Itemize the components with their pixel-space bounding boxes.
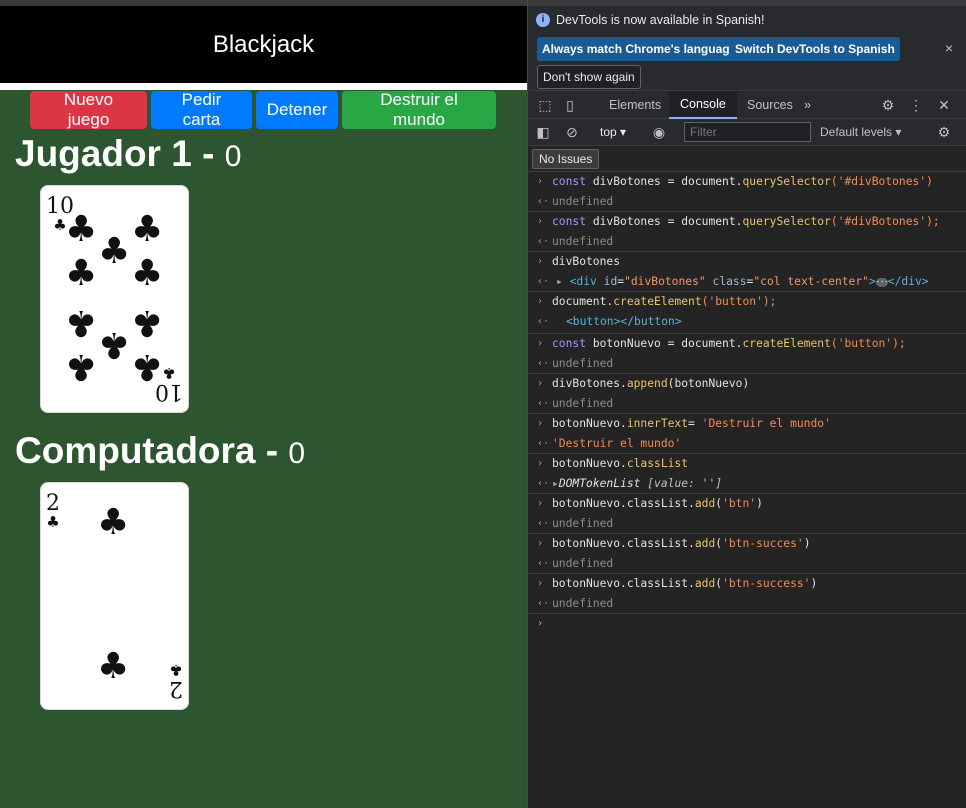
console-input-line: › botonNuevo.classList xyxy=(537,457,689,470)
console-input-line: › document.createElement('button'); xyxy=(537,295,777,308)
blackjack-app: Blackjack Nuevo juego Pedir carta Detene… xyxy=(0,0,527,808)
console-input-line: › botonNuevo.innerText= 'Destruir el mund… xyxy=(537,417,831,430)
match-language-button[interactable]: Always match Chrome's language xyxy=(537,37,742,61)
app-header: Blackjack xyxy=(0,6,527,83)
tab-console[interactable]: Console xyxy=(669,91,737,119)
club-pip: ♣ xyxy=(97,646,130,687)
log-levels-dropdown[interactable]: Default levels ▾ xyxy=(820,125,901,139)
club-pip: ♣ xyxy=(97,502,130,543)
player-card-10-clubs: 10 ♣ 10 ♣ ♣ ♣ ♣ ♣ ♣ ♣ ♣ ♣ ♣ ♣ xyxy=(40,185,189,413)
stand-button[interactable]: Detener xyxy=(256,91,338,129)
computer-score: 0 xyxy=(288,437,306,470)
hit-button[interactable]: Pedir carta xyxy=(151,90,252,129)
player-name: Jugador 1 xyxy=(15,133,192,174)
console-input-line: › divBotones xyxy=(537,255,621,268)
console-result-line: ‹· undefined xyxy=(528,394,966,414)
close-devtools-icon[interactable]: ✕ xyxy=(935,96,953,114)
console-input-line: › const divBotones = document.querySelect… xyxy=(537,175,933,188)
console-result-line: ‹· undefined xyxy=(528,514,966,534)
club-pip: ♣ xyxy=(131,302,164,343)
tab-elements[interactable]: Elements xyxy=(598,91,672,119)
console-result-line: ‹· undefined xyxy=(528,232,966,252)
header-divider xyxy=(0,83,527,90)
eye-icon[interactable]: ◉ xyxy=(650,123,668,141)
club-pip: ♣ xyxy=(65,302,98,343)
clear-console-icon[interactable]: ⊘ xyxy=(563,123,581,141)
tab-sources[interactable]: Sources xyxy=(736,91,804,119)
player-dash: - xyxy=(202,133,215,174)
dont-show-again-button[interactable]: Don't show again xyxy=(537,65,641,89)
inspect-element-icon[interactable]: ⬚ xyxy=(536,96,554,114)
console-input-line: › botonNuevo.classList.add('btn') xyxy=(537,497,763,510)
computer-heading: Computadora - 0 xyxy=(15,430,305,472)
sidebar-toggle-icon[interactable]: ◧ xyxy=(534,123,552,141)
club-pip: ♣ xyxy=(131,253,164,294)
console-filter-input[interactable] xyxy=(684,122,811,142)
console-result-line: ‹· undefined xyxy=(528,354,966,374)
card-corner-bottom: 2 ♣ xyxy=(169,661,183,701)
club-pip: ♣ xyxy=(65,346,98,387)
context-selector[interactable]: top ▾ xyxy=(600,125,626,139)
console-toolbar: ◧ ⊘ top ▾ ◉ Default levels ▾ ⚙ xyxy=(528,119,966,146)
console-input-line: › const divBotones = document.querySelect… xyxy=(537,215,940,228)
console-object-result[interactable]: ‹· ▸DOMTokenList [value: ''] xyxy=(528,474,966,494)
destroy-world-button[interactable]: Destruir el mundo xyxy=(342,90,496,129)
card-corner-top: 2 ♣ xyxy=(46,491,60,531)
player-score: 0 xyxy=(224,140,242,173)
close-icon[interactable]: × xyxy=(945,40,953,56)
console-input-line: › botonNuevo.classList.add('btn-success') xyxy=(537,577,818,590)
club-pip: ♣ xyxy=(98,324,131,365)
console-result-line: ‹· undefined xyxy=(528,192,966,212)
console-result-line: ‹· undefined xyxy=(528,554,966,574)
console-input-line: › botonNuevo.classList.add('btn-succes') xyxy=(537,537,811,550)
player-heading: Jugador 1 - 0 xyxy=(15,133,241,175)
console-output: › const divBotones = document.querySelect… xyxy=(528,172,966,634)
app-title: Blackjack xyxy=(212,30,315,58)
info-icon: i xyxy=(536,13,550,27)
console-settings-icon[interactable]: ⚙ xyxy=(935,123,953,141)
computer-card-2-clubs: 2 ♣ 2 ♣ ♣ ♣ xyxy=(40,482,189,710)
club-pip: ♣ xyxy=(131,346,164,387)
computer-dash: - xyxy=(265,430,279,471)
club-pip: ♣ xyxy=(65,253,98,294)
infobar-message: DevTools is now available in Spanish! xyxy=(556,13,765,27)
club-pip: ♣ xyxy=(131,209,164,250)
club-pip: ♣ xyxy=(65,209,98,250)
devtools-panel: i DevTools is now available in Spanish! … xyxy=(527,0,966,808)
issues-badge[interactable]: No Issues xyxy=(532,149,600,169)
language-infobar: i DevTools is now available in Spanish! … xyxy=(528,6,966,91)
more-tabs-icon[interactable]: » xyxy=(798,91,817,119)
kebab-menu-icon[interactable]: ⋮ xyxy=(907,96,925,114)
button-group: Nuevo juego Pedir carta Detener Destruir… xyxy=(30,90,496,129)
gear-icon[interactable]: ⚙ xyxy=(879,96,897,114)
console-result-line: ‹· undefined xyxy=(528,594,966,614)
computer-name: Computadora xyxy=(15,430,256,471)
switch-spanish-button[interactable]: Switch DevTools to Spanish xyxy=(730,37,900,61)
devtools-tabbar: ⬚ ▯ Elements Console Sources » ⚙ ⋮ ✕ xyxy=(528,91,966,119)
club-pip: ♣ xyxy=(98,231,131,272)
console-result-line: ‹· 'Destruir el mundo' xyxy=(528,434,966,454)
console-prompt[interactable]: › xyxy=(528,614,966,634)
console-input-line: › divBotones.append(botonNuevo) xyxy=(537,377,750,390)
console-element-result[interactable]: ‹· <button></button> xyxy=(528,312,966,334)
device-toolbar-icon[interactable]: ▯ xyxy=(561,96,579,114)
console-input-line: › const botonNuevo = document.createEleme… xyxy=(537,337,906,350)
console-element-result[interactable]: ‹· ▸ <div id="divBotones" class="col text… xyxy=(528,272,966,292)
issues-bar: No Issues xyxy=(528,146,966,172)
new-game-button[interactable]: Nuevo juego xyxy=(30,90,147,129)
